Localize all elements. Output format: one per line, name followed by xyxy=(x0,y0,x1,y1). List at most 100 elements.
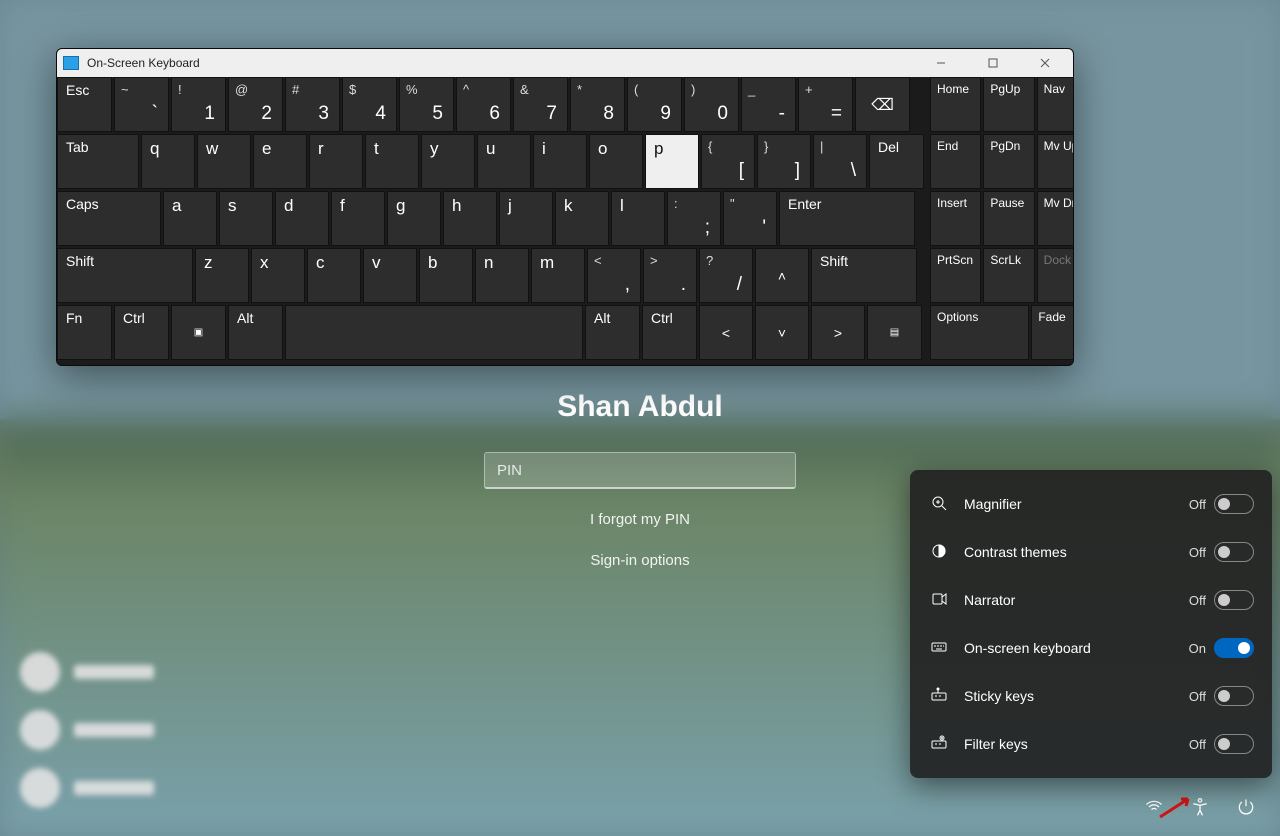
key-0[interactable]: )0 xyxy=(684,77,739,132)
key-punct[interactable]: :; xyxy=(667,191,721,246)
key-del[interactable]: Del xyxy=(869,134,924,189)
flyout-item-filter-keys[interactable]: Filter keysOff xyxy=(916,720,1266,768)
key-3[interactable]: #3 xyxy=(285,77,340,132)
flyout-toggle[interactable] xyxy=(1214,734,1254,754)
key-arrow-left[interactable]: ˂ xyxy=(699,305,753,360)
key-t[interactable]: t xyxy=(365,134,419,189)
key-y[interactable]: y xyxy=(421,134,475,189)
key-p[interactable]: p xyxy=(645,134,699,189)
key-shift-left[interactable]: Shift xyxy=(57,248,193,303)
key-b[interactable]: b xyxy=(419,248,473,303)
list-item[interactable] xyxy=(20,652,154,692)
key-][interactable]: }] xyxy=(757,134,811,189)
key-space[interactable] xyxy=(285,305,583,360)
flyout-item-narrator[interactable]: NarratorOff xyxy=(916,576,1266,624)
key-[[interactable]: {[ xyxy=(701,134,755,189)
key-1[interactable]: !1 xyxy=(171,77,226,132)
flyout-toggle[interactable] xyxy=(1214,542,1254,562)
key-g[interactable]: g xyxy=(387,191,441,246)
key-prtscn[interactable]: PrtScn xyxy=(930,248,981,303)
key-home[interactable]: Home xyxy=(930,77,981,132)
key-insert[interactable]: Insert xyxy=(930,191,981,246)
key-alt-right[interactable]: Alt xyxy=(585,305,640,360)
key-fade[interactable]: Fade xyxy=(1031,305,1074,360)
key-punct[interactable]: >. xyxy=(643,248,697,303)
network-icon[interactable] xyxy=(1144,797,1164,822)
close-button[interactable] xyxy=(1023,49,1067,77)
key-esc[interactable]: Esc xyxy=(57,77,112,132)
key-o[interactable]: o xyxy=(589,134,643,189)
flyout-toggle[interactable] xyxy=(1214,686,1254,706)
key-arrow-up[interactable]: ˄ xyxy=(755,248,809,303)
accessibility-icon[interactable] xyxy=(1190,797,1210,822)
key-w[interactable]: w xyxy=(197,134,251,189)
flyout-item-magnifier[interactable]: MagnifierOff xyxy=(916,480,1266,528)
osk-titlebar[interactable]: On-Screen Keyboard xyxy=(57,49,1073,77)
key-s[interactable]: s xyxy=(219,191,273,246)
key-dock[interactable]: Dock xyxy=(1037,248,1074,303)
key-5[interactable]: %5 xyxy=(399,77,454,132)
key-mv-dn[interactable]: Mv Dn xyxy=(1037,191,1074,246)
flyout-item-contrast-themes[interactable]: Contrast themesOff xyxy=(916,528,1266,576)
key-=[interactable]: += xyxy=(798,77,853,132)
key-fn[interactable]: Fn xyxy=(57,305,112,360)
key-punct[interactable]: "' xyxy=(723,191,777,246)
key-d[interactable]: d xyxy=(275,191,329,246)
key-v[interactable]: v xyxy=(363,248,417,303)
key-f[interactable]: f xyxy=(331,191,385,246)
key-2[interactable]: @2 xyxy=(228,77,283,132)
key-u[interactable]: u xyxy=(477,134,531,189)
key-ctrl-left[interactable]: Ctrl xyxy=(114,305,169,360)
key-k[interactable]: k xyxy=(555,191,609,246)
minimize-button[interactable] xyxy=(919,49,963,77)
key-options[interactable]: Options xyxy=(930,305,1029,360)
key-8[interactable]: *8 xyxy=(570,77,625,132)
key-punct[interactable]: ?/ xyxy=(699,248,753,303)
key-scrlk[interactable]: ScrLk xyxy=(983,248,1034,303)
key-h[interactable]: h xyxy=(443,191,497,246)
key-caps[interactable]: Caps xyxy=(57,191,161,246)
key-windows[interactable]: ▣ xyxy=(171,305,226,360)
key-arrow-down[interactable]: ˅ xyxy=(755,305,809,360)
key-i[interactable]: i xyxy=(533,134,587,189)
key-e[interactable]: e xyxy=(253,134,307,189)
key-7[interactable]: &7 xyxy=(513,77,568,132)
flyout-item-on-screen-keyboard[interactable]: On-screen keyboardOn xyxy=(916,624,1266,672)
power-icon[interactable] xyxy=(1236,797,1256,822)
key-enter[interactable]: Enter xyxy=(779,191,915,246)
key-r[interactable]: r xyxy=(309,134,363,189)
flyout-toggle[interactable] xyxy=(1214,494,1254,514)
key-pgdn[interactable]: PgDn xyxy=(983,134,1034,189)
flyout-item-sticky-keys[interactable]: Sticky keysOff xyxy=(916,672,1266,720)
key-l[interactable]: l xyxy=(611,191,665,246)
key-6[interactable]: ^6 xyxy=(456,77,511,132)
pin-input[interactable] xyxy=(484,452,796,489)
key-punct[interactable]: <, xyxy=(587,248,641,303)
flyout-toggle[interactable] xyxy=(1214,638,1254,658)
key-j[interactable]: j xyxy=(499,191,553,246)
list-item[interactable] xyxy=(20,768,154,808)
key-z[interactable]: z xyxy=(195,248,249,303)
key-ctrl-right[interactable]: Ctrl xyxy=(642,305,697,360)
key-x[interactable]: x xyxy=(251,248,305,303)
list-item[interactable] xyxy=(20,710,154,750)
key-m[interactable]: m xyxy=(531,248,585,303)
key-q[interactable]: q xyxy=(141,134,195,189)
key-arrow-right[interactable]: ˃ xyxy=(811,305,865,360)
key-mv-up[interactable]: Mv Up xyxy=(1037,134,1074,189)
key-`[interactable]: ~` xyxy=(114,77,169,132)
key-menu[interactable]: ▤ xyxy=(867,305,922,360)
key--[interactable]: _- xyxy=(741,77,796,132)
key-pgup[interactable]: PgUp xyxy=(983,77,1034,132)
flyout-toggle[interactable] xyxy=(1214,590,1254,610)
maximize-button[interactable] xyxy=(971,49,1015,77)
key-pause[interactable]: Pause xyxy=(983,191,1034,246)
key-shift-right[interactable]: Shift xyxy=(811,248,917,303)
key-a[interactable]: a xyxy=(163,191,217,246)
key-backspace[interactable]: ⌫ xyxy=(855,77,910,132)
key-end[interactable]: End xyxy=(930,134,981,189)
key-alt-left[interactable]: Alt xyxy=(228,305,283,360)
key-n[interactable]: n xyxy=(475,248,529,303)
key-nav[interactable]: Nav xyxy=(1037,77,1074,132)
key-tab[interactable]: Tab xyxy=(57,134,139,189)
